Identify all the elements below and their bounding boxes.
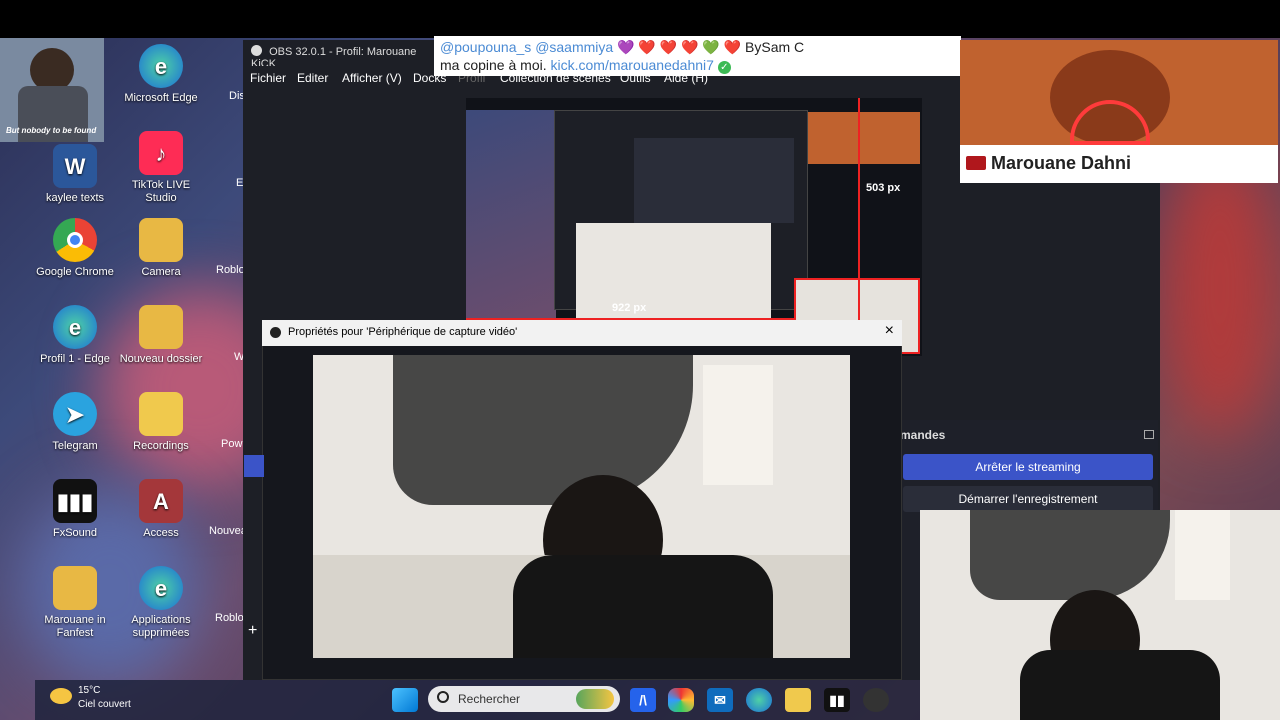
taskbar-search-box[interactable]: Rechercher [428,686,620,712]
webcam-overlay [920,510,1280,720]
scene-list-selected[interactable] [244,455,264,477]
banner-text: ma copine à moi. [440,57,547,73]
weather-desc[interactable]: Ciel couvert [78,699,131,710]
properties-dialog-title-bar: Propriétés pour 'Périphérique de capture… [262,320,902,346]
telegram-icon: ➤ [53,392,97,436]
desktop-icon-applications-supprimees[interactable]: e Applications supprimées [118,566,204,646]
add-scene-icon[interactable]: + [248,622,257,640]
weather-icon[interactable] [50,688,72,704]
word-icon: W [53,144,97,188]
height-label: 503 px [866,182,901,194]
desktop-icon-kaylee-texts[interactable]: W kaylee texts [32,144,118,224]
edge-icon: e [53,305,97,349]
controls-header: mandes [900,428,946,442]
folder-icon [139,305,183,349]
menu-afficher[interactable]: Afficher (V) [342,71,402,85]
folder-icon [139,392,183,436]
desktop-icon-camera[interactable]: Camera [118,218,204,298]
desktop-icon-recordings[interactable]: Recordings [118,392,204,472]
fxsound-icon[interactable]: ▮▮ [824,688,850,712]
desktop-icon-tiktok-live-studio[interactable]: ♪ TikTok LIVE Studio [118,131,204,211]
stop-streaming-button[interactable]: Arrêter le streaming [903,454,1153,480]
width-label: 922 px [612,302,647,314]
obs-logo-icon [251,45,262,56]
couple-overlay-image [960,40,1278,145]
desktop-icon-marouane-in-fanfest[interactable]: Marouane in Fanfest [32,566,118,646]
guide-line-vertical [858,98,860,356]
properties-dialog-title: Propriétés pour 'Périphérique de capture… [288,326,518,338]
avatar-caption: But nobody to be found [6,126,97,135]
menu-fichier[interactable]: Fichier [250,71,286,85]
partial-icon-label: Roblo [216,264,245,276]
copilot-icon[interactable] [668,688,694,712]
folder-icon [53,566,97,610]
streamer-name: Marouane Dahni [991,153,1132,173]
close-icon[interactable]: × [885,322,894,340]
emoji-strip: 💜 ❤️ ❤️ ❤️ 💚 ❤️ [617,39,742,55]
partial-icon-label: Roblo [215,612,244,624]
app-icon-blue[interactable]: /\ [630,688,656,712]
desktop-icon-nouveau-dossier[interactable]: Nouveau dossier [118,305,204,385]
search-icon [437,691,449,703]
desktop-icon-microsoft-edge[interactable]: e Microsoft Edge [118,44,204,124]
fxsound-icon: ▮▮▮ [53,479,97,523]
start-recording-button[interactable]: Démarrer l'enregistrement [903,486,1153,512]
weather-temp[interactable]: 15°C [78,685,100,696]
stream-banner-overlay: @poupouna_s @saammiya 💜 ❤️ ❤️ ❤️ 💚 ❤️ By… [434,36,961,76]
obs-preview-canvas[interactable]: 503 px 922 px [466,98,922,356]
tiktok-icon: ♪ [139,131,183,175]
obs-title-bar: OBS 32.0.1 - Profil: Marouane KiCK [243,40,443,70]
desktop-icon-profil-1-edge[interactable]: e Profil 1 - Edge [32,305,118,385]
obs-taskbar-icon[interactable] [863,688,889,712]
edge-icon[interactable] [746,688,772,712]
menu-editer[interactable]: Editer [297,71,328,85]
edge-icon: e [139,44,183,88]
banner-user-2: @saammiya [535,39,614,55]
desktop-icon-telegram[interactable]: ➤ Telegram [32,392,118,472]
outlook-icon[interactable]: ✉ [707,688,733,712]
edge-icon: e [139,566,183,610]
verified-check-icon: ✓ [717,61,731,74]
streamer-avatar: But nobody to be found [0,38,104,142]
file-explorer-icon[interactable] [785,688,811,712]
partial-icon-label: Pow [221,438,243,450]
flag-icon [966,156,986,170]
access-icon: A [139,479,183,523]
desktop-icon-fxsound[interactable]: ▮▮▮ FxSound [32,479,118,559]
streamer-nameplate: Marouane Dahni [960,145,1278,183]
chrome-icon [53,218,97,262]
search-placeholder: Rechercher [458,692,521,706]
obs-logo-icon [270,327,281,338]
undock-icon[interactable] [1144,430,1154,439]
partial-icon-label: Nouvea [209,525,247,537]
banner-user-1: @poupouna_s [440,39,532,55]
start-icon[interactable] [392,688,418,712]
desktop-icon-access[interactable]: A Access [118,479,204,559]
banner-link[interactable]: kick.com/marouanedahni7 [551,57,714,73]
banner-suffix: BySam C [745,39,805,55]
video-capture-preview [313,355,850,658]
folder-icon [139,218,183,262]
search-highlight-icon [576,689,614,709]
desktop-icon-google-chrome[interactable]: Google Chrome [32,218,118,298]
